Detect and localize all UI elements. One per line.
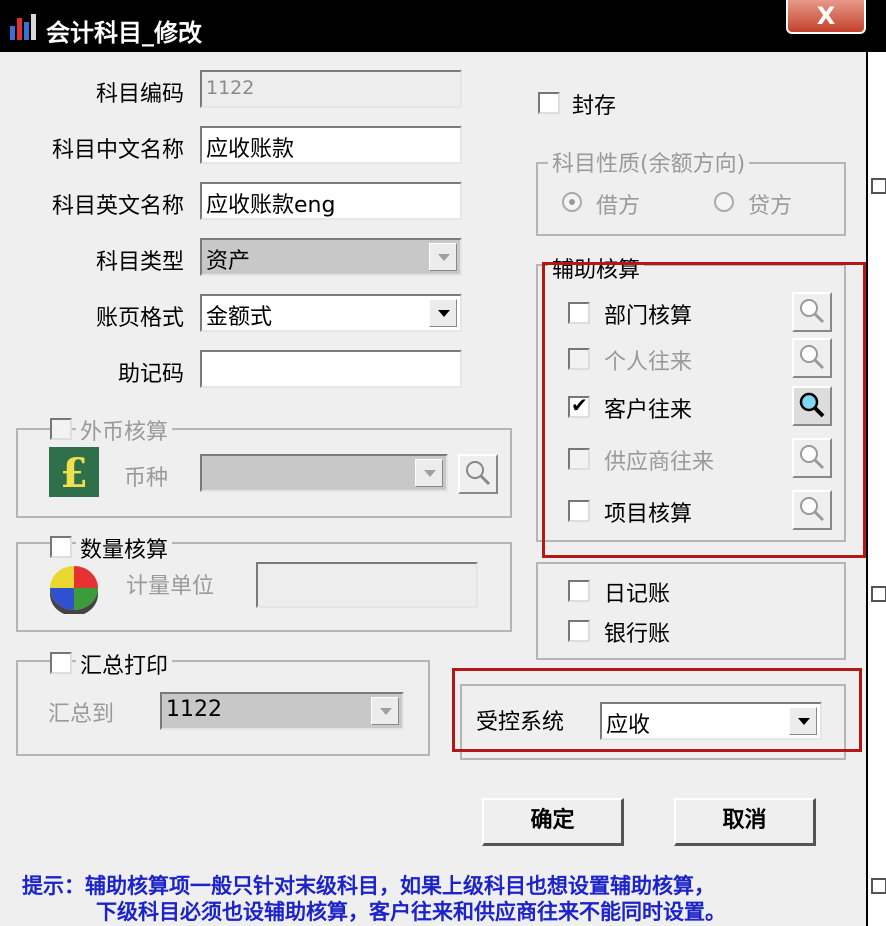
chevron-down-icon[interactable] — [415, 459, 443, 487]
page-format-value: 金额式 — [206, 305, 273, 330]
title-bar[interactable]: 会计科目_修改 X — [0, 0, 886, 52]
cn-name-label: 科目中文名称 — [51, 138, 184, 163]
credit-radio[interactable] — [714, 192, 734, 212]
code-label: 科目编码 — [95, 82, 184, 107]
chevron-down-icon[interactable] — [429, 299, 457, 327]
unit-input[interactable] — [256, 562, 478, 608]
books-group — [536, 562, 846, 660]
foreign-currency-title: 外币核算 — [76, 414, 173, 446]
chevron-down-icon[interactable] — [429, 243, 457, 271]
sealed-checkbox[interactable] — [538, 92, 560, 114]
pound-icon: £ — [49, 447, 99, 497]
type-label: 科目类型 — [95, 250, 184, 275]
edge-marker — [871, 878, 886, 894]
ok-button-label: 确定 — [530, 808, 575, 833]
unit-label: 计量单位 — [126, 574, 215, 599]
currency-search-button[interactable] — [458, 454, 498, 494]
journal-checkbox[interactable] — [568, 580, 590, 602]
quantity-title: 数量核算 — [76, 532, 173, 564]
bank-checkbox[interactable] — [568, 620, 590, 642]
pie-chart-icon — [50, 566, 98, 614]
code-input[interactable]: 1122 — [200, 70, 462, 108]
pound-glyph: £ — [60, 450, 88, 497]
bank-label: 银行账 — [604, 622, 671, 647]
cancel-button-label: 取消 — [722, 808, 767, 833]
edge-marker — [871, 586, 886, 602]
page-format-label: 账页格式 — [95, 306, 184, 331]
hint-line-2: 下级科目必须也设辅助核算，客户往来和供应商往来不能同时设置。 — [96, 900, 726, 924]
app-icon — [10, 14, 36, 40]
type-select[interactable]: 资产 — [200, 238, 462, 276]
edge-marker — [871, 178, 886, 194]
en-name-label: 科目英文名称 — [51, 194, 184, 219]
foreign-currency-checkbox[interactable] — [50, 418, 72, 440]
close-icon: X — [816, 2, 836, 30]
credit-label: 贷方 — [748, 194, 793, 219]
summary-print-checkbox[interactable] — [50, 652, 72, 674]
summary-to-value: 1122 — [166, 697, 222, 722]
mnemonic-input[interactable] — [200, 350, 462, 388]
sealed-label: 封存 — [572, 94, 617, 119]
debit-radio[interactable] — [562, 192, 582, 212]
type-value: 资产 — [206, 249, 251, 274]
mnemonic-label: 助记码 — [117, 362, 184, 387]
cn-name-input[interactable]: 应收账款 — [200, 126, 462, 164]
summary-to-select[interactable]: 1122 — [160, 692, 404, 730]
summary-to-label: 汇总到 — [48, 702, 115, 727]
journal-label: 日记账 — [604, 582, 671, 607]
currency-label: 币种 — [124, 466, 169, 491]
right-edge-strip — [866, 52, 886, 926]
page-format-select[interactable]: 金额式 — [200, 294, 462, 332]
en-name-input[interactable]: 应收账款eng — [200, 182, 462, 220]
cancel-button[interactable]: 取消 — [674, 798, 816, 846]
auxiliary-highlight-box — [542, 262, 866, 558]
debit-label: 借方 — [596, 194, 641, 219]
search-icon — [466, 461, 491, 486]
controlled-system-highlight-box — [452, 668, 862, 752]
en-name-value: 应收账款eng — [206, 193, 336, 218]
quantity-checkbox[interactable] — [50, 536, 72, 558]
cn-name-value: 应收账款 — [206, 137, 295, 162]
summary-print-title: 汇总打印 — [76, 648, 173, 680]
dialog-window: 会计科目_修改 X 科目编码 1122 科目中文名称 应收账款 科目英文名称 应… — [0, 0, 886, 926]
currency-select[interactable] — [200, 454, 448, 492]
chevron-down-icon[interactable] — [371, 697, 399, 725]
code-value: 1122 — [206, 77, 255, 99]
nature-title: 科目性质(余额方向) — [548, 146, 750, 178]
window-title: 会计科目_修改 — [46, 19, 202, 47]
close-button[interactable]: X — [786, 0, 866, 34]
ok-button[interactable]: 确定 — [482, 798, 624, 846]
